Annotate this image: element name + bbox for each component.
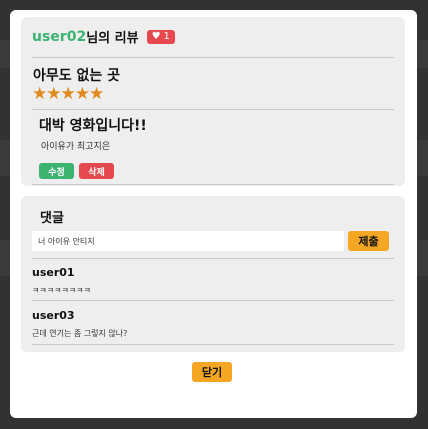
comment-item: user03 근데 연기는 좀 그렇지 않나?	[32, 309, 127, 339]
movie-title: 아무도 없는 곳	[33, 68, 121, 84]
comment-item: user01 ㅋㅋㅋㅋㅋㅋㅋㅋ	[32, 266, 91, 296]
divider	[32, 184, 394, 185]
delete-button[interactable]: 삭제	[79, 163, 114, 179]
divider	[32, 300, 394, 301]
star-rating: ★★★★★	[32, 84, 104, 104]
review-card: user02 님의 리뷰 ♥ 1 아무도 없는 곳 ★★★★★ 대박 영화입니다…	[21, 17, 405, 186]
like-count: 1	[163, 31, 170, 42]
divider	[32, 258, 394, 259]
comment-author: user03	[32, 309, 75, 322]
heart-icon: ♥	[151, 30, 161, 42]
close-button[interactable]: 닫기	[192, 362, 232, 382]
like-button[interactable]: ♥ 1	[146, 29, 175, 44]
comment-input[interactable]	[32, 231, 344, 251]
review-title: 대박 영화입니다!!	[39, 118, 147, 134]
comment-text: ㅋㅋㅋㅋㅋㅋㅋㅋ	[32, 286, 91, 295]
review-header: user02 님의 리뷰 ♥ 1	[32, 27, 175, 46]
comment-text: 근데 연기는 좀 그렇지 않나?	[32, 329, 128, 338]
review-header-suffix: 님의 리뷰	[86, 31, 139, 46]
comment-card: 댓글 제출 user01 ㅋㅋㅋㅋㅋㅋㅋㅋ user03 근데 연기는 좀 그렇…	[21, 196, 405, 352]
divider	[32, 344, 394, 345]
divider	[32, 109, 394, 110]
review-body: 아이유가 최고지은	[41, 142, 111, 152]
review-modal: user02 님의 리뷰 ♥ 1 아무도 없는 곳 ★★★★★ 대박 영화입니다…	[10, 10, 417, 418]
review-author: user02	[32, 28, 87, 45]
comments-heading: 댓글	[40, 211, 64, 226]
submit-button[interactable]: 제출	[348, 231, 389, 251]
comment-author: user01	[32, 266, 75, 279]
divider	[32, 57, 394, 58]
edit-button[interactable]: 수정	[39, 163, 74, 179]
